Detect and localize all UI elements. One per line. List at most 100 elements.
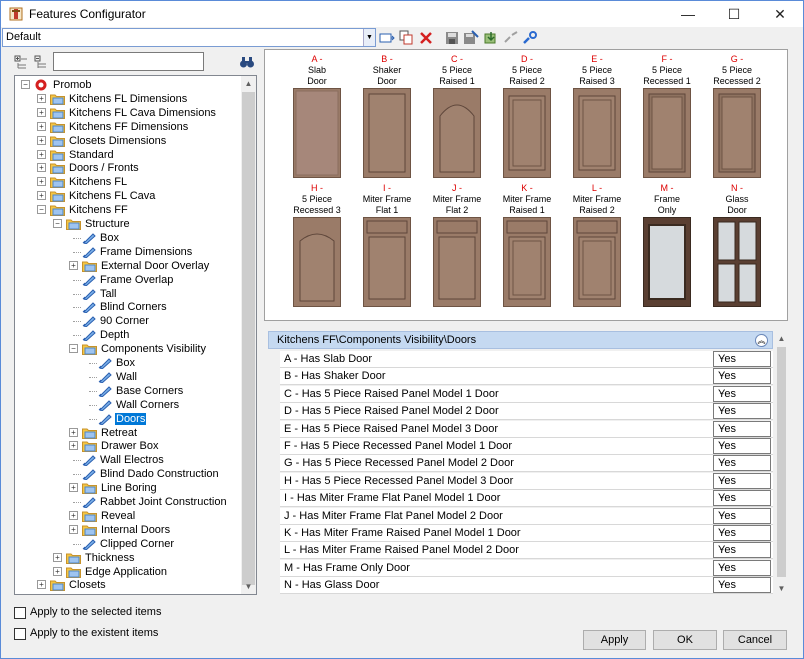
door-option[interactable]: I - Miter Frame Flat 1 (353, 183, 421, 307)
tree-node[interactable]: External Door Overlay (82, 259, 210, 273)
download-button[interactable] (482, 29, 500, 46)
door-option[interactable]: M - Frame Only (633, 183, 701, 307)
expand-node-icon[interactable]: + (69, 510, 78, 520)
expand-all-button[interactable] (13, 54, 29, 70)
door-option[interactable]: G -5 Piece Recessed 2 (703, 54, 771, 178)
property-value-select[interactable]: Yes ⌄ (713, 472, 771, 489)
expand-node-icon[interactable]: + (53, 552, 62, 562)
property-value-select[interactable]: Yes ⌄ (713, 385, 771, 402)
chevron-down-icon[interactable]: ▼ (363, 29, 375, 46)
tree-node[interactable]: Tall (82, 287, 118, 301)
tree-node[interactable]: Retreat (82, 426, 138, 440)
tree-node[interactable]: Kitchens FL Cava Dimensions (50, 106, 217, 120)
save-as-button[interactable] (462, 29, 480, 46)
expand-node-icon[interactable]: + (69, 524, 78, 534)
feature-tree[interactable]: − Promob + Kitchens FL Dimensions + Kitchens … (14, 75, 257, 595)
door-option[interactable]: F -5 Piece Recessed 1 (633, 54, 701, 178)
door-option[interactable]: A - Slab Door (283, 54, 351, 178)
tree-node[interactable]: Rabbet Joint Construction (82, 495, 228, 509)
tree-node[interactable]: Doors / Fronts (50, 161, 140, 175)
tree-node[interactable]: Closets (50, 578, 107, 592)
property-value-select[interactable]: Yes ⌄ (713, 542, 771, 559)
link-button[interactable] (502, 29, 520, 46)
property-value-select[interactable]: Yes ⌄ (713, 420, 771, 437)
door-option[interactable]: E -5 Piece Raised 3 (563, 54, 631, 178)
tree-node[interactable]: Frame Dimensions (82, 245, 193, 259)
tree-node[interactable]: Clipped Corner (82, 537, 175, 551)
collapse-all-button[interactable] (33, 54, 49, 70)
save-button[interactable] (443, 29, 461, 46)
expand-node-icon[interactable]: + (69, 260, 78, 270)
expand-node-icon[interactable]: + (37, 163, 46, 173)
property-value-select[interactable]: Yes ⌄ (713, 351, 771, 367)
property-value-select[interactable]: Yes ⌄ (713, 368, 771, 385)
property-value-select[interactable]: Yes ⌄ (713, 455, 771, 472)
copy-button[interactable] (397, 29, 415, 46)
door-option[interactable]: C -5 Piece Raised 1 (423, 54, 491, 178)
tree-node[interactable]: Base Corners (98, 384, 184, 398)
tree-scroll-thumb[interactable] (242, 92, 255, 585)
property-value-select[interactable]: Yes ⌄ (713, 438, 771, 454)
door-option[interactable]: N - Glass Door (703, 183, 771, 307)
delete-button[interactable] (417, 29, 435, 46)
tree-node[interactable]: Depth (82, 328, 130, 342)
tree-node[interactable]: 90 Corner (82, 314, 150, 328)
expand-node-icon[interactable]: + (37, 121, 46, 131)
expand-node-icon[interactable]: + (37, 177, 46, 187)
door-option[interactable]: K - Miter Frame Raised 1 (493, 183, 561, 307)
tree-node[interactable]: Doors (98, 412, 147, 426)
expand-node-icon[interactable]: + (37, 149, 46, 159)
apply-view-button[interactable] (378, 29, 396, 46)
search-button[interactable] (239, 54, 255, 70)
ok-button[interactable]: OK (653, 630, 717, 650)
tree-node[interactable]: Blind Dado Construction (82, 467, 220, 481)
scroll-down-icon[interactable]: ▼ (774, 581, 789, 596)
tree-node[interactable]: Drawer Box (82, 439, 159, 453)
tree-scrollbar[interactable]: ▲ ▼ (241, 76, 256, 594)
tree-node[interactable]: Blind Corners (82, 300, 168, 314)
tree-node[interactable]: Components Visibility (82, 342, 207, 356)
door-option[interactable]: B - Shaker Door (353, 54, 421, 178)
tree-node[interactable]: Wall (98, 370, 138, 384)
collapse-node-icon[interactable]: − (37, 205, 46, 215)
scroll-up-icon[interactable]: ▲ (241, 76, 256, 91)
tree-node[interactable]: Kitchens FL Cava (50, 189, 156, 203)
expand-node-icon[interactable]: + (53, 566, 62, 576)
apply-selected-checkbox[interactable] (14, 607, 26, 619)
maximize-button[interactable]: ☐ (711, 1, 757, 27)
tree-node[interactable]: Kitchens FF (50, 203, 129, 217)
tree-node[interactable]: Thickness (66, 551, 136, 565)
tree-node[interactable]: Kitchens FF Dimensions (50, 120, 189, 134)
expand-node-icon[interactable]: + (37, 580, 46, 590)
tree-node[interactable]: Edge Application (66, 565, 168, 579)
tree-node[interactable]: Promob (34, 78, 93, 92)
door-option[interactable]: J - Miter Frame Flat 2 (423, 183, 491, 307)
tree-node[interactable]: Kitchens FL (50, 175, 128, 189)
minimize-button[interactable]: — (665, 1, 711, 27)
apply-button[interactable]: Apply (583, 630, 646, 650)
expand-node-icon[interactable]: + (69, 441, 78, 451)
property-value-select[interactable]: Yes ⌄ (713, 507, 771, 524)
property-value-select[interactable]: Yes ⌄ (713, 577, 771, 594)
expand-node-icon[interactable]: + (69, 427, 78, 437)
cancel-button[interactable]: Cancel (723, 630, 787, 650)
collapse-node-icon[interactable]: − (53, 219, 62, 228)
profile-select[interactable]: Default ▼ (2, 28, 376, 47)
tree-node[interactable]: Wall Electros (82, 453, 165, 467)
expand-node-icon[interactable]: + (37, 191, 46, 201)
property-value-select[interactable]: Yes ⌄ (713, 490, 771, 507)
expand-node-icon[interactable]: + (37, 93, 46, 103)
property-value-select[interactable]: Yes ⌄ (713, 525, 771, 541)
collapse-node-icon[interactable]: − (21, 80, 30, 89)
tree-node[interactable]: Box (82, 231, 120, 245)
door-option[interactable]: H -5 Piece Recessed 3 (283, 183, 351, 307)
property-value-select[interactable]: Yes ⌄ (713, 403, 771, 420)
search-input[interactable] (53, 52, 204, 71)
expand-node-icon[interactable]: + (69, 483, 78, 493)
close-button[interactable]: ✕ (757, 1, 803, 27)
door-option[interactable]: L - Miter Frame Raised 2 (563, 183, 631, 307)
tree-node[interactable]: Internal Doors (82, 523, 171, 537)
door-option[interactable]: D -5 Piece Raised 2 (493, 54, 561, 178)
tree-node[interactable]: Standard (50, 148, 115, 162)
tree-node[interactable]: Line Boring (82, 481, 158, 495)
